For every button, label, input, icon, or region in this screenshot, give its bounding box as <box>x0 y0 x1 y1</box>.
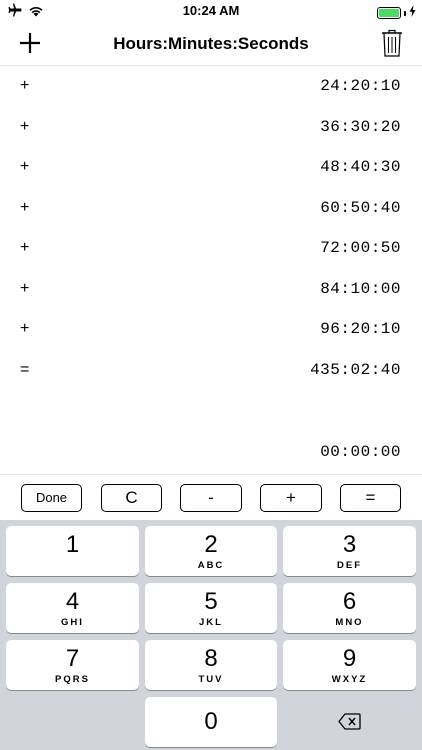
page-title: Hours:Minutes:Seconds <box>113 34 309 53</box>
battery-icon <box>377 7 401 19</box>
tape-operator: + <box>20 77 30 94</box>
key-letters: DEF <box>337 560 362 571</box>
delete-key[interactable] <box>283 697 416 747</box>
tape-value: 96:20:10 <box>320 320 401 338</box>
status-bar: 10:24 AM <box>0 0 422 22</box>
tape-value: 24:20:10 <box>320 77 401 95</box>
key-8[interactable]: 8 TUV <box>145 640 277 690</box>
backspace-icon <box>338 713 361 735</box>
key-letters: PQRS <box>55 674 90 685</box>
key-digit: 8 <box>204 645 218 672</box>
tape-row: + 24:20:10 <box>0 66 422 106</box>
tape-result-row: = 435:02:40 <box>0 350 422 390</box>
tape-value: 36:30:20 <box>320 117 401 136</box>
key-2[interactable]: 2 ABC <box>145 526 277 576</box>
battery-tip <box>404 10 406 16</box>
key-3[interactable]: 3 DEF <box>283 526 416 576</box>
key-digit: 6 <box>342 588 357 615</box>
key-6[interactable]: 6 MNO <box>283 583 416 633</box>
tape-operator: + <box>20 239 30 256</box>
tape-row: + 48:40:30 <box>0 147 422 187</box>
key-7[interactable]: 7 PQRS <box>6 640 139 690</box>
tape-result-value: 435:02:40 <box>310 360 401 379</box>
nav-bar: Hours:Minutes:Seconds <box>0 22 422 66</box>
key-digit: 5 <box>204 588 218 615</box>
key-letters: TUV <box>198 674 224 685</box>
trash-icon[interactable] <box>381 29 403 57</box>
tape-operator: + <box>20 117 30 135</box>
tape-operator: + <box>20 320 30 337</box>
key-letters: ABC <box>197 560 225 571</box>
key-0[interactable]: 0 <box>145 697 277 747</box>
equals-button[interactable]: = <box>340 484 401 512</box>
calculation-tape: + 24:20:10 + 36:30:20 + 48:40:30 + 60:50… <box>0 66 422 474</box>
clear-button[interactable]: C <box>101 484 162 512</box>
tape-operator: + <box>20 279 30 297</box>
key-digit: 7 <box>65 645 80 672</box>
current-entry-display: 00:00:00 <box>320 443 401 461</box>
key-letters: GHI <box>61 617 84 628</box>
key-letters: WXYZ <box>331 674 368 685</box>
key-5[interactable]: 5 JKL <box>145 583 277 633</box>
tape-row: + 84:10:00 <box>0 269 422 309</box>
minus-button[interactable]: - <box>180 484 242 512</box>
done-button[interactable]: Done <box>21 484 82 512</box>
tape-value: 48:40:30 <box>320 158 401 176</box>
key-letters: JKL <box>199 617 223 628</box>
tape-row: + 96:20:10 <box>0 309 422 349</box>
key-digit: 9 <box>342 645 357 672</box>
operation-bar: Done C - + = <box>0 474 422 520</box>
tape-operator: = <box>20 360 30 378</box>
key-letters: MNO <box>335 617 364 628</box>
key-digit: 0 <box>204 708 218 735</box>
key-digit: 3 <box>342 531 357 558</box>
tape-value: 60:50:40 <box>320 198 401 217</box>
status-time: 10:24 AM <box>182 3 240 18</box>
tape-value: 72:00:50 <box>320 239 401 257</box>
key-4[interactable]: 4 GHI <box>6 583 139 633</box>
key-digit: 2 <box>204 531 218 558</box>
tape-row: + 60:50:40 <box>0 188 422 228</box>
charging-bolt-icon <box>409 4 416 22</box>
tape-row: + 72:00:50 <box>0 228 422 268</box>
tape-value: 84:10:00 <box>320 279 401 298</box>
number-keypad: 1 2 ABC 3 DEF 4 GHI 5 JKL 6 MNO 7 PQRS 8… <box>0 520 422 750</box>
key-digit: 4 <box>65 588 80 615</box>
key-digit: 1 <box>65 531 80 558</box>
key-9[interactable]: 9 WXYZ <box>283 640 416 690</box>
battery-level <box>379 9 399 17</box>
key-1[interactable]: 1 <box>6 526 139 576</box>
status-right <box>377 4 416 22</box>
tape-operator: + <box>20 198 30 216</box>
tape-operator: + <box>20 158 30 175</box>
tape-row: + 36:30:20 <box>0 107 422 147</box>
plus-button[interactable]: + <box>260 484 322 512</box>
